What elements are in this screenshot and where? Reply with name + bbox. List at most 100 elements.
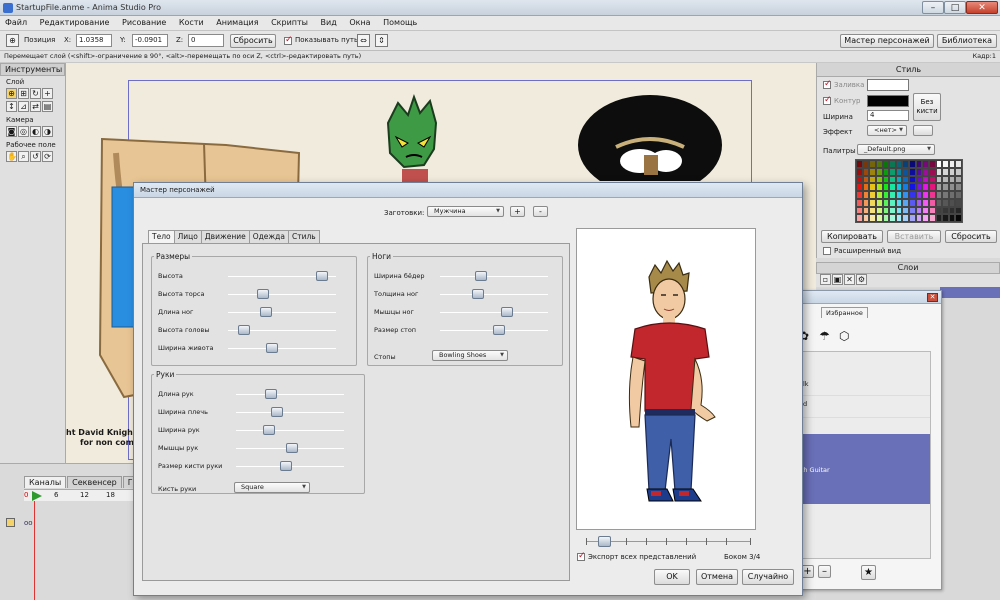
minimize-button[interactable]: –: [922, 1, 944, 14]
palette-swatch[interactable]: [889, 214, 896, 222]
palette-swatch[interactable]: [922, 167, 929, 176]
palette-swatch[interactable]: [889, 183, 896, 191]
palette-swatch[interactable]: [862, 183, 870, 191]
fill-color-swatch[interactable]: [867, 79, 909, 91]
delete-layer-icon[interactable]: ✕: [844, 274, 855, 285]
outline-checkbox[interactable]: [823, 95, 832, 105]
palette-swatch[interactable]: [856, 160, 863, 168]
slider-thumb[interactable]: [266, 343, 279, 353]
palette-swatch[interactable]: [882, 214, 890, 222]
palette-swatch[interactable]: [915, 160, 923, 168]
library-tab-favorites[interactable]: Избранное: [821, 307, 868, 318]
switch-layer-tool-icon[interactable]: ▤: [42, 101, 53, 112]
library-favorite-icon[interactable]: ★: [861, 565, 876, 580]
width-field[interactable]: 4: [867, 110, 909, 121]
palette-swatch[interactable]: [928, 183, 936, 191]
palette-swatch[interactable]: [915, 206, 923, 215]
new-layer-icon[interactable]: ▫: [820, 274, 831, 285]
palette-swatch[interactable]: [948, 183, 956, 191]
palette-swatch[interactable]: [948, 206, 956, 215]
selected-layer-row[interactable]: [940, 287, 1000, 298]
slider-thumb[interactable]: [256, 289, 269, 299]
palette-swatch[interactable]: [875, 160, 883, 168]
slider-thumb[interactable]: [471, 289, 484, 299]
palette-swatch[interactable]: [902, 191, 909, 199]
shear-tool-icon[interactable]: ⊿: [18, 101, 29, 112]
slider-thumb[interactable]: [237, 325, 250, 335]
menu-view[interactable]: Вид: [316, 16, 342, 27]
effect-dropdown[interactable]: <нет>: [867, 125, 907, 136]
palette-swatch[interactable]: [869, 214, 876, 222]
palette-swatch[interactable]: [875, 167, 883, 176]
palette-swatch[interactable]: [928, 167, 936, 176]
timeline-ruler[interactable]: 0 6 12 18: [24, 489, 134, 501]
translate-layer-tool-icon[interactable]: ⊕: [6, 88, 17, 99]
palette-swatch[interactable]: [935, 198, 943, 207]
random-button[interactable]: Случайно: [742, 569, 794, 585]
palette-swatch[interactable]: [922, 175, 929, 184]
slider-thumb[interactable]: [264, 389, 277, 399]
palette-swatch[interactable]: [895, 160, 903, 168]
palette-swatch[interactable]: [942, 167, 949, 176]
x-field[interactable]: 1.0358: [76, 34, 112, 47]
menu-edit[interactable]: Редактирование: [35, 16, 115, 27]
palette-swatch[interactable]: [882, 183, 890, 191]
palette-swatch[interactable]: [875, 206, 883, 215]
palette-swatch[interactable]: [895, 191, 903, 199]
export-all-views-checkbox[interactable]: [577, 551, 586, 561]
menu-bone[interactable]: Кости: [174, 16, 209, 27]
palette-swatch[interactable]: [856, 206, 863, 215]
palette-swatch[interactable]: [869, 191, 876, 199]
library-remove-button[interactable]: –: [818, 565, 831, 578]
tab-style[interactable]: Стиль: [287, 230, 320, 243]
reset-button[interactable]: Сбросить: [230, 34, 276, 48]
slider-track[interactable]: [228, 294, 336, 295]
palette-swatch[interactable]: [889, 198, 896, 207]
palette-swatch[interactable]: [856, 214, 863, 222]
palette-swatch[interactable]: [922, 206, 929, 215]
palette-swatch[interactable]: [882, 198, 890, 207]
fill-checkbox[interactable]: [823, 79, 832, 89]
layer-lock-icon[interactable]: [6, 518, 15, 527]
palette-swatch[interactable]: [909, 160, 916, 168]
palette-swatch[interactable]: [915, 198, 923, 207]
palette-swatch[interactable]: [915, 175, 923, 184]
palette-swatch[interactable]: [862, 167, 870, 176]
palette-swatch[interactable]: [915, 167, 923, 176]
zoom-tool-icon[interactable]: ⌕: [18, 151, 29, 162]
palette-swatch[interactable]: [909, 214, 916, 222]
rotate-x-tool-icon[interactable]: ↕: [6, 101, 17, 112]
slider-track[interactable]: [236, 394, 344, 395]
tab-clothing[interactable]: Одежда: [248, 230, 289, 243]
rotate-workspace-tool-icon[interactable]: ↺: [30, 151, 41, 162]
play-head-icon[interactable]: [32, 491, 42, 501]
slider-track[interactable]: [228, 312, 336, 313]
rotate-layer-tool-icon[interactable]: ↻: [30, 88, 41, 99]
palette-swatch[interactable]: [882, 191, 890, 199]
palette-swatch[interactable]: [875, 183, 883, 191]
palette-swatch[interactable]: [935, 191, 943, 199]
close-button[interactable]: ✕: [966, 1, 998, 14]
palette-swatch[interactable]: [955, 191, 962, 199]
palette-swatch[interactable]: [902, 206, 909, 215]
palette-swatch[interactable]: [895, 214, 903, 222]
palette-swatch[interactable]: [869, 160, 876, 168]
palette-swatch[interactable]: [882, 160, 890, 168]
camera-zoom-tool-icon[interactable]: ◎: [18, 126, 29, 137]
palette-swatch[interactable]: [922, 198, 929, 207]
palette-swatch[interactable]: [856, 167, 863, 176]
slider-thumb[interactable]: [270, 407, 283, 417]
palette-swatch[interactable]: [928, 206, 936, 215]
presets-dropdown[interactable]: Мужчина: [427, 206, 504, 217]
palette-swatch[interactable]: [882, 167, 890, 176]
slider-thumb[interactable]: [316, 271, 329, 281]
library-cube-icon[interactable]: ⬡: [839, 329, 849, 343]
palette-swatch[interactable]: [955, 167, 962, 176]
palette-swatch[interactable]: [862, 198, 870, 207]
slider-thumb[interactable]: [259, 307, 272, 317]
tab-channels[interactable]: Каналы: [24, 476, 67, 488]
palette-swatch[interactable]: [922, 214, 929, 222]
palette-swatch[interactable]: [915, 191, 923, 199]
library-button[interactable]: Библиотека: [937, 34, 997, 48]
menu-window[interactable]: Окна: [344, 16, 375, 27]
